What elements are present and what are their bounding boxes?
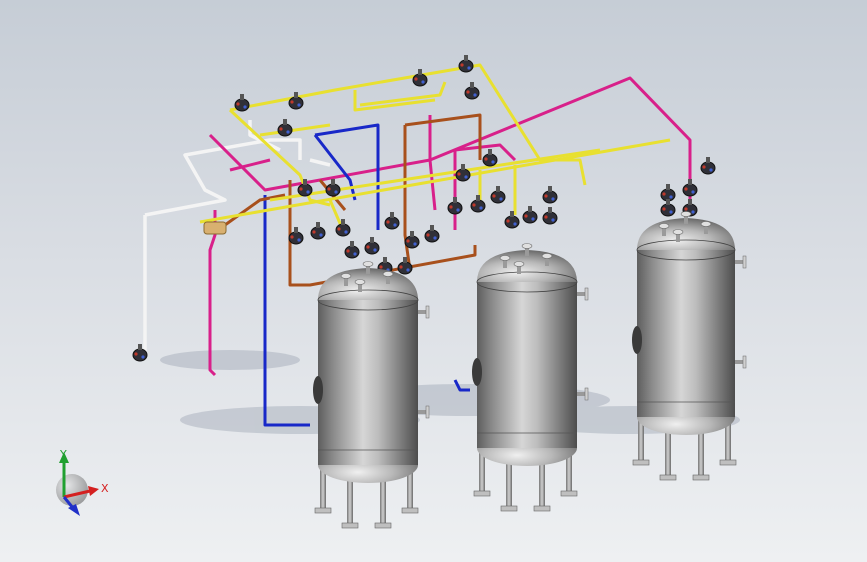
triad-sphere bbox=[56, 474, 88, 506]
manway[interactable] bbox=[472, 358, 482, 386]
nozzle-flange bbox=[584, 387, 589, 401]
blue-pipe[interactable] bbox=[263, 195, 310, 427]
valve-icon[interactable] bbox=[325, 179, 341, 197]
valve-icon[interactable] bbox=[660, 199, 676, 217]
leg-foot-pad bbox=[533, 505, 551, 512]
valve-icon[interactable] bbox=[542, 186, 558, 204]
valve-icon[interactable] bbox=[364, 237, 380, 255]
nozzle-flange bbox=[541, 253, 553, 259]
nozzle-flange bbox=[742, 355, 747, 369]
leg-foot-pad bbox=[560, 490, 578, 497]
nozzle-flange bbox=[513, 261, 525, 267]
side-nozzle[interactable] bbox=[577, 292, 585, 296]
valve-icon[interactable] bbox=[234, 94, 250, 112]
leg-foot-pad bbox=[659, 474, 677, 481]
valve-icon[interactable] bbox=[384, 212, 400, 230]
leg-foot-pad bbox=[341, 522, 359, 529]
leg-foot-pad bbox=[401, 507, 419, 514]
cad-viewport[interactable]: Y X bbox=[0, 0, 867, 562]
manway[interactable] bbox=[313, 376, 323, 404]
valve-icon[interactable] bbox=[277, 119, 293, 137]
nozzle-flange bbox=[680, 211, 692, 217]
manway[interactable] bbox=[632, 326, 642, 354]
leg-foot-pad bbox=[374, 522, 392, 529]
side-nozzle[interactable] bbox=[735, 360, 743, 364]
brown-pipe[interactable] bbox=[403, 125, 412, 271]
valve-icon[interactable] bbox=[542, 207, 558, 225]
leg-foot-pad bbox=[500, 505, 518, 512]
valve-icon[interactable] bbox=[455, 164, 471, 182]
leg-foot-pad bbox=[692, 474, 710, 481]
white-pipe[interactable] bbox=[144, 138, 302, 217]
valve-icon[interactable] bbox=[504, 211, 520, 229]
yellow-pipe[interactable] bbox=[228, 108, 331, 207]
valve-icon[interactable] bbox=[464, 82, 480, 100]
side-nozzle[interactable] bbox=[577, 392, 585, 396]
valve-icon[interactable] bbox=[522, 206, 538, 224]
valve-icon[interactable] bbox=[310, 222, 326, 240]
brass-reducer[interactable] bbox=[203, 221, 227, 235]
nozzle-flange bbox=[742, 255, 747, 269]
valve-icon[interactable] bbox=[682, 179, 698, 197]
x-axis-arrowhead bbox=[88, 486, 99, 496]
nozzle-flange bbox=[700, 221, 712, 227]
side-nozzle[interactable] bbox=[418, 410, 426, 414]
nozzle-flange bbox=[425, 305, 430, 319]
valve-icon[interactable] bbox=[424, 225, 440, 243]
storage-tank[interactable] bbox=[313, 261, 430, 529]
valve-icon[interactable] bbox=[447, 197, 463, 215]
valve-icon[interactable] bbox=[404, 231, 420, 249]
nozzle-flange bbox=[658, 223, 670, 229]
nozzle-flange bbox=[584, 287, 589, 301]
nozzle-flange bbox=[340, 273, 352, 279]
tank-group[interactable] bbox=[313, 211, 747, 529]
tank-shell bbox=[318, 300, 418, 465]
valve-icon[interactable] bbox=[660, 184, 676, 202]
coordinate-triad: Y X bbox=[56, 448, 109, 516]
magenta-pipe[interactable] bbox=[208, 210, 217, 377]
storage-tank[interactable] bbox=[472, 243, 589, 512]
valve-icon[interactable] bbox=[288, 92, 304, 110]
tank-shell bbox=[637, 250, 735, 417]
nozzle-flange bbox=[499, 255, 511, 261]
white-pipe[interactable] bbox=[309, 158, 331, 167]
storage-tank[interactable] bbox=[632, 211, 747, 481]
nozzle-flange bbox=[382, 271, 394, 277]
leg-foot-pad bbox=[473, 490, 491, 497]
brown-pipe[interactable] bbox=[404, 113, 482, 160]
tank-shell bbox=[477, 282, 577, 448]
valve-icon[interactable] bbox=[490, 186, 506, 204]
nozzle-flange bbox=[362, 261, 374, 267]
side-nozzle[interactable] bbox=[735, 260, 743, 264]
valve-icon[interactable] bbox=[412, 69, 428, 87]
valve-icon[interactable] bbox=[482, 149, 498, 167]
valve-icon[interactable] bbox=[458, 55, 474, 73]
valve-icon[interactable] bbox=[700, 157, 716, 175]
piping-assembly-model[interactable]: Y X bbox=[0, 0, 867, 562]
y-axis-label: Y bbox=[59, 448, 67, 461]
leg-foot-pad bbox=[314, 507, 332, 514]
nozzle-flange bbox=[521, 243, 533, 249]
nozzle-flange bbox=[354, 279, 366, 285]
x-axis-label: X bbox=[101, 482, 109, 495]
valve-icon[interactable] bbox=[344, 241, 360, 259]
nozzle-flange bbox=[672, 229, 684, 235]
leg-foot-pad bbox=[632, 459, 650, 466]
magenta-pipe[interactable] bbox=[428, 115, 437, 211]
side-nozzle[interactable] bbox=[418, 310, 426, 314]
leg-foot-pad bbox=[719, 459, 737, 466]
valve-icon[interactable] bbox=[470, 195, 486, 213]
nozzle-flange bbox=[425, 405, 430, 419]
white-pipe[interactable] bbox=[138, 215, 147, 362]
